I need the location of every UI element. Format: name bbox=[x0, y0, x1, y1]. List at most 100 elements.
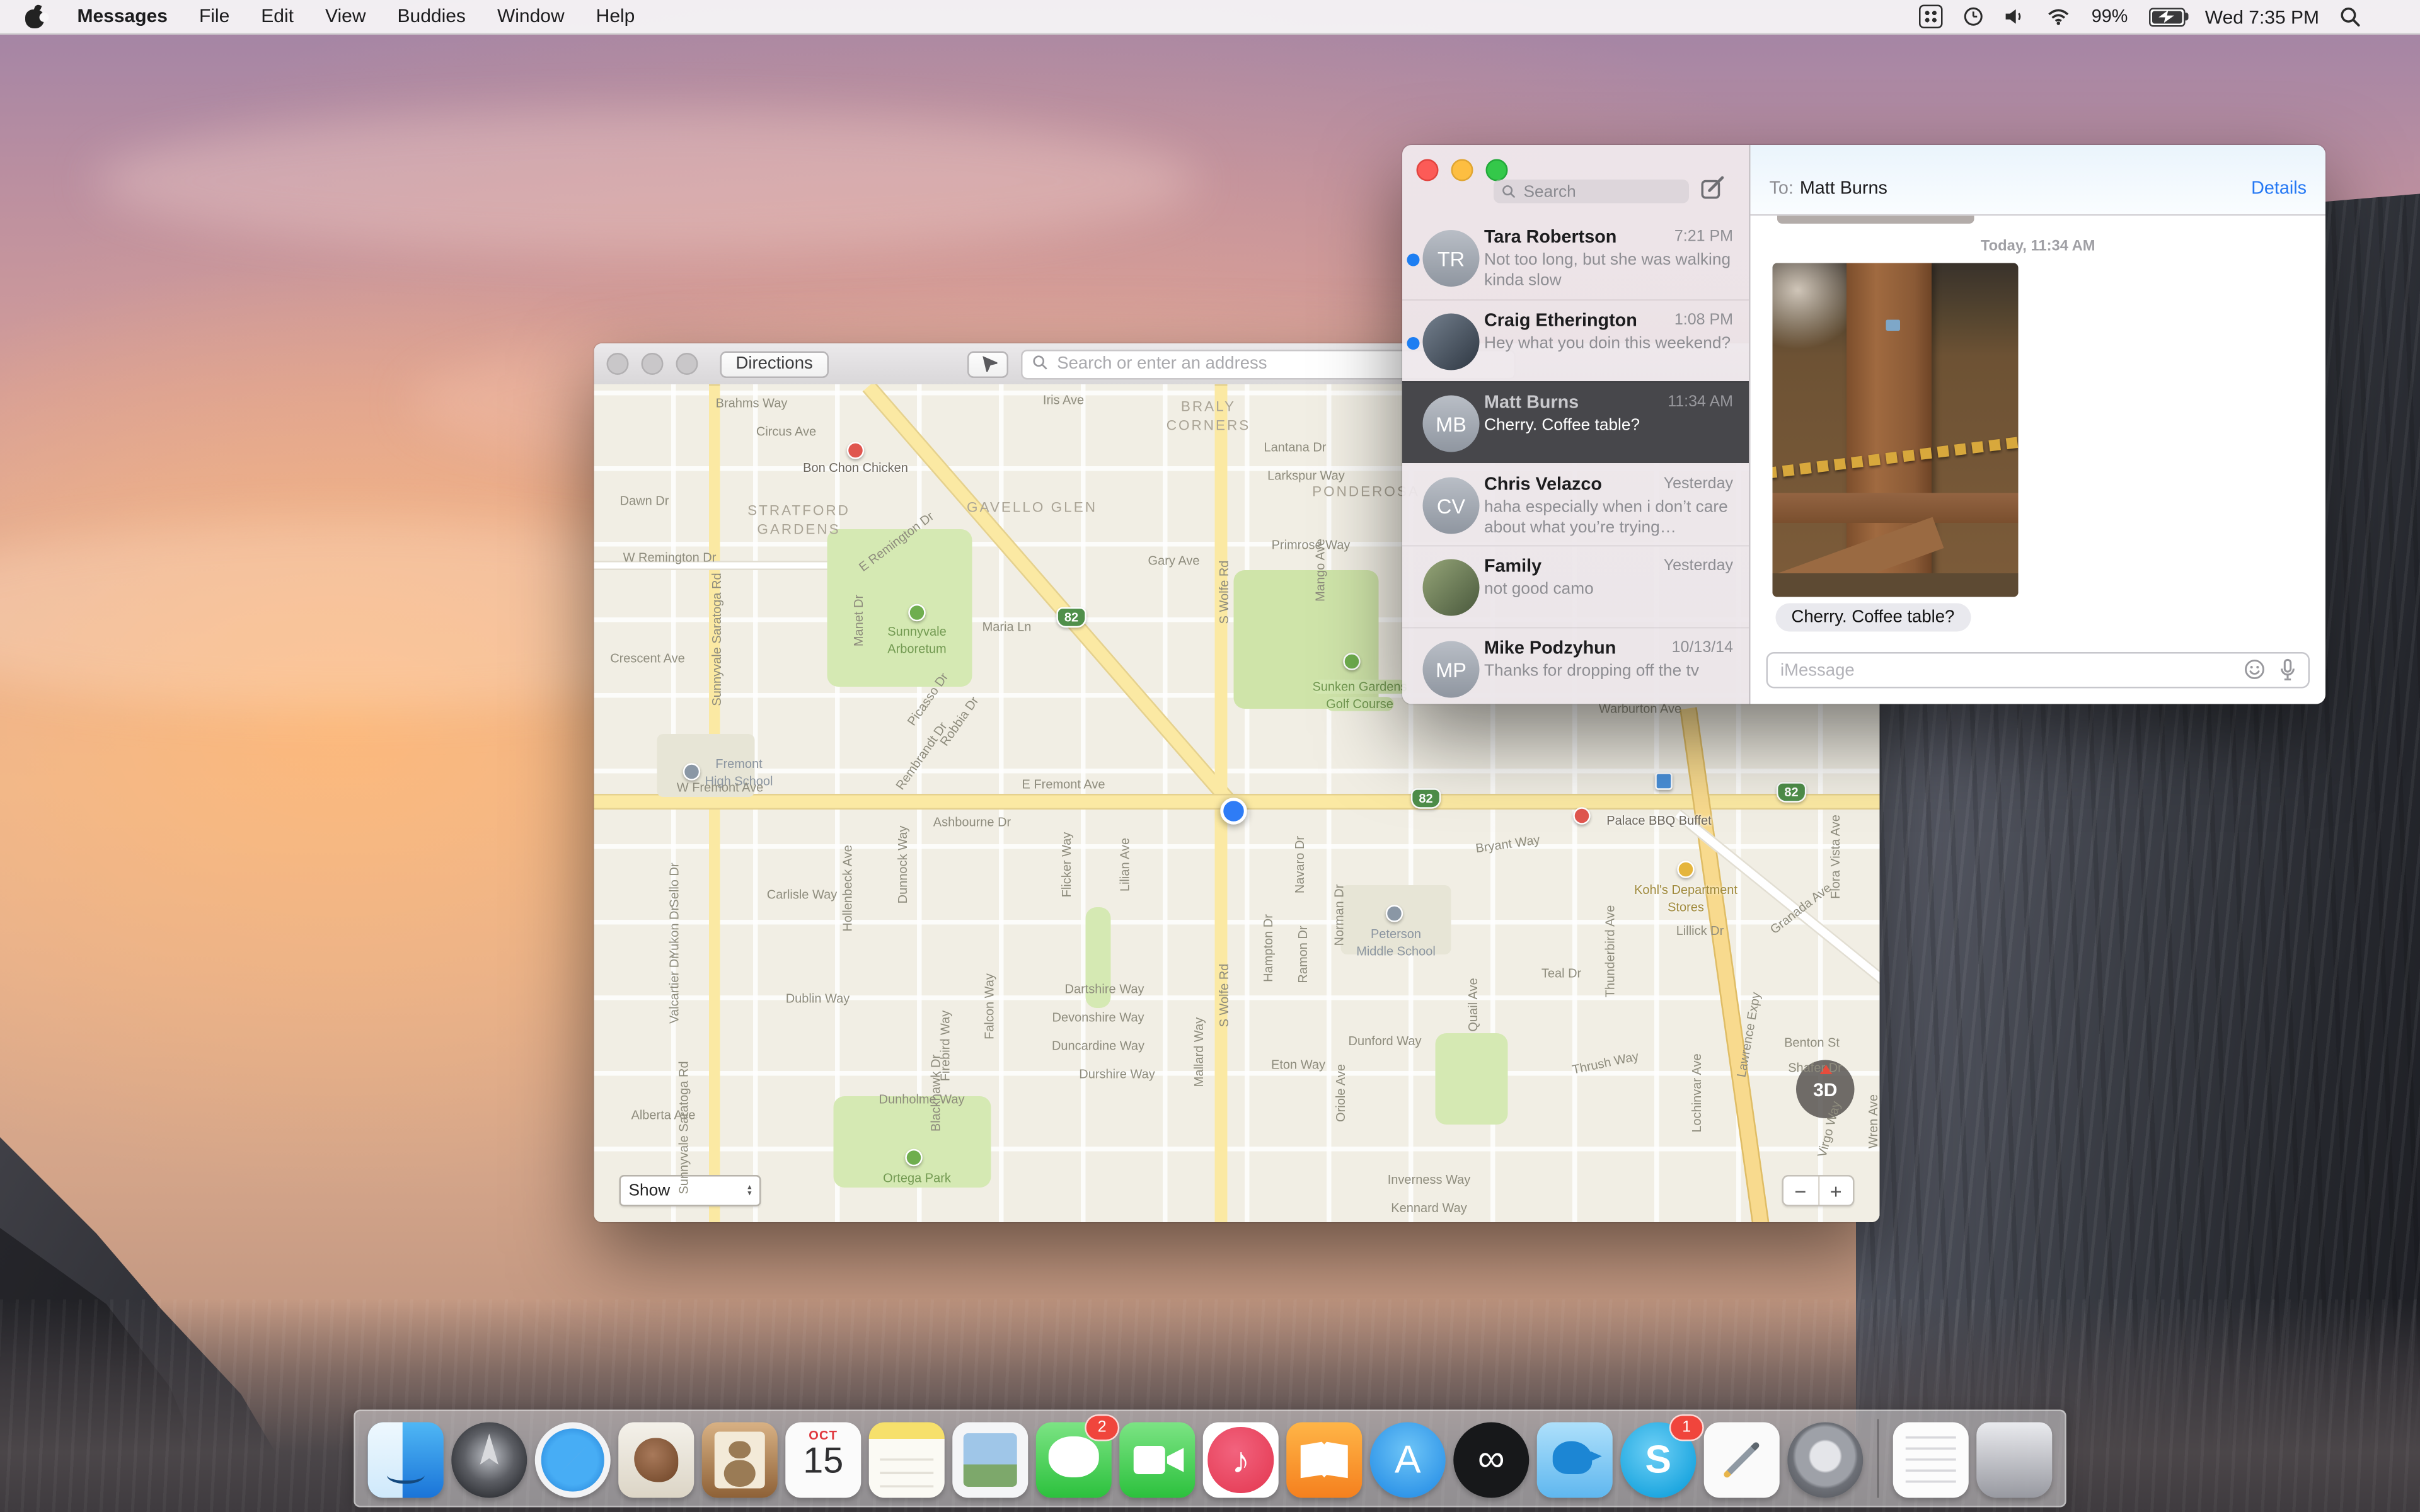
clock-icon[interactable] bbox=[1964, 6, 1985, 27]
menu-extras: 99% Wed 7:35 PM bbox=[1920, 5, 2420, 29]
thread-header: To: Matt Burns Details bbox=[1751, 145, 2326, 216]
thread-body[interactable]: Today, 11:34 AM Cherry. Coffee table? bbox=[1751, 216, 2326, 637]
close-button[interactable] bbox=[607, 353, 629, 375]
dock-safari-icon[interactable] bbox=[535, 1423, 611, 1498]
dock-system-preferences-icon[interactable] bbox=[1787, 1423, 1863, 1498]
conversation-row[interactable]: MP Mike Podzyhun 10/13/14 Thanks for dro… bbox=[1402, 627, 1749, 704]
messages-search-field[interactable] bbox=[1494, 180, 1689, 203]
dock-ibooks-icon[interactable] bbox=[1286, 1423, 1362, 1498]
map-marker-transit bbox=[1655, 772, 1673, 790]
conversation-preview: not good camo bbox=[1484, 580, 1733, 621]
dock-facetime-icon[interactable] bbox=[1119, 1423, 1195, 1498]
3d-button[interactable]: 3D bbox=[1796, 1060, 1855, 1119]
menu-buddies[interactable]: Buddies bbox=[382, 0, 481, 33]
dock-messages-icon[interactable]: 2 bbox=[1036, 1423, 1112, 1498]
map-marker-green bbox=[908, 604, 926, 622]
map-label: Lilian Ave bbox=[1118, 838, 1132, 891]
map-label: E Fremont Ave bbox=[1022, 777, 1105, 792]
dock-launchpad-icon[interactable] bbox=[451, 1423, 527, 1498]
photo-attachment[interactable] bbox=[1773, 263, 2019, 597]
emoji-icon[interactable] bbox=[2244, 658, 2266, 689]
dropdown-arrows-icon: ▴▾ bbox=[747, 1184, 751, 1198]
avatar: TR bbox=[1423, 230, 1480, 287]
conversation-row[interactable]: Family Yesterday not good camo bbox=[1402, 545, 1749, 627]
menu-extra-grid-icon[interactable] bbox=[1920, 5, 1944, 29]
battery-icon[interactable] bbox=[2148, 7, 2185, 26]
directions-button[interactable]: Directions bbox=[720, 350, 829, 377]
conversation-name: Chris Velazco bbox=[1484, 476, 1657, 498]
messages-search-input[interactable] bbox=[1521, 180, 1681, 202]
conversation-preview: Not too long, but she was walking kinda … bbox=[1484, 251, 1733, 292]
map-label: Eton Way bbox=[1271, 1058, 1325, 1072]
search-icon bbox=[1032, 350, 1047, 378]
minimize-button[interactable] bbox=[642, 353, 664, 375]
dock-contacts-icon[interactable] bbox=[702, 1423, 778, 1498]
map-label: Inverness Way bbox=[1388, 1172, 1471, 1187]
avatar bbox=[1423, 314, 1480, 370]
current-location-button[interactable] bbox=[967, 350, 1008, 377]
messages-thread-pane: To: Matt Burns Details Today, 11:34 AM C… bbox=[1751, 145, 2326, 704]
menu-file[interactable]: File bbox=[183, 0, 245, 33]
notification-badge: 1 bbox=[1669, 1414, 1704, 1441]
dock-mail-icon[interactable] bbox=[618, 1423, 694, 1498]
dock-textedit-icon[interactable] bbox=[1893, 1423, 1969, 1498]
details-link[interactable]: Details bbox=[2251, 180, 2307, 198]
dock-calendar-icon[interactable]: OCT15 bbox=[785, 1423, 861, 1498]
menu-clock[interactable]: Wed 7:35 PM bbox=[2205, 6, 2319, 28]
map-label: Kennard Way bbox=[1391, 1201, 1466, 1215]
map-label: Flicker Way bbox=[1059, 832, 1074, 898]
cloud bbox=[95, 110, 1197, 252]
microphone-icon[interactable] bbox=[2278, 658, 2297, 690]
road-granada bbox=[1674, 810, 1879, 987]
dock-notes-icon[interactable] bbox=[869, 1423, 945, 1498]
zoom-button[interactable] bbox=[676, 353, 698, 375]
conversation-row[interactable]: Craig Etherington 1:08 PM Hey what you d… bbox=[1402, 299, 1749, 381]
map-label: Dunford Way bbox=[1349, 1034, 1422, 1048]
dock-infinity-app-icon[interactable] bbox=[1453, 1423, 1529, 1498]
menu-help[interactable]: Help bbox=[580, 0, 651, 33]
messages-titlebar bbox=[1402, 145, 1749, 217]
notification-center-icon[interactable] bbox=[2381, 6, 2402, 27]
volume-icon[interactable] bbox=[2005, 8, 2027, 26]
3d-button-label: 3D bbox=[1813, 1078, 1837, 1100]
close-button[interactable] bbox=[1417, 159, 1439, 181]
dock-finder-icon[interactable] bbox=[368, 1423, 444, 1498]
map-label: Firebird Way bbox=[938, 1011, 953, 1082]
conversation-row[interactable]: TR Tara Robertson 7:21 PM Not too long, … bbox=[1402, 217, 1749, 299]
map-label: Mallard Way bbox=[1192, 1017, 1206, 1087]
map-label: Benton St bbox=[1784, 1036, 1840, 1050]
imessage-field[interactable] bbox=[1766, 652, 2310, 689]
dock-itunes-icon[interactable] bbox=[1203, 1423, 1279, 1498]
conversation-preview: Hey what you doin this weekend? bbox=[1484, 334, 1733, 375]
compose-button[interactable] bbox=[1698, 176, 1727, 205]
show-dropdown[interactable]: Show ▴▾ bbox=[619, 1175, 761, 1206]
apple-menu-icon[interactable] bbox=[25, 5, 46, 29]
zoom-in-button[interactable]: + bbox=[1819, 1177, 1853, 1205]
conversation-row[interactable]: CV Chris Velazco Yesterday haha especial… bbox=[1402, 463, 1749, 545]
wifi-icon[interactable] bbox=[2048, 8, 2071, 26]
zoom-out-button[interactable]: − bbox=[1783, 1177, 1819, 1205]
dock-app-store-icon[interactable] bbox=[1370, 1423, 1446, 1498]
spotlight-icon[interactable] bbox=[2340, 6, 2361, 27]
dock-trash-icon[interactable] bbox=[1976, 1423, 2052, 1498]
dock-preview-icon[interactable] bbox=[952, 1423, 1028, 1498]
conversation-preview: haha especially when i don’t care about … bbox=[1484, 498, 1733, 539]
map-label: Dawn Dr bbox=[620, 494, 669, 508]
menu-edit[interactable]: Edit bbox=[245, 0, 309, 33]
menu-messages[interactable]: Messages bbox=[62, 0, 183, 33]
menu-view[interactable]: View bbox=[309, 0, 381, 33]
compose-bar bbox=[1751, 636, 2326, 704]
map-label: Hampton Dr bbox=[1261, 914, 1276, 982]
conversation-time: 11:34 AM bbox=[1668, 394, 1733, 416]
map-label: Falcon Way bbox=[982, 973, 997, 1040]
minimize-button[interactable] bbox=[1451, 159, 1473, 181]
imessage-input[interactable] bbox=[1766, 652, 2310, 689]
dock-byword-icon[interactable] bbox=[1704, 1423, 1780, 1498]
map-label: Lantana Dr bbox=[1264, 440, 1327, 455]
conversation-preview: Cherry. Coffee table? bbox=[1484, 416, 1733, 457]
dock-skype-icon[interactable]: 1 bbox=[1620, 1423, 1696, 1498]
dock-twitterrific-icon[interactable] bbox=[1537, 1423, 1613, 1498]
menu-window[interactable]: Window bbox=[481, 0, 580, 33]
park-small bbox=[1436, 1033, 1508, 1125]
conversation-row[interactable]: MB Matt Burns 11:34 AM Cherry. Coffee ta… bbox=[1402, 381, 1749, 463]
